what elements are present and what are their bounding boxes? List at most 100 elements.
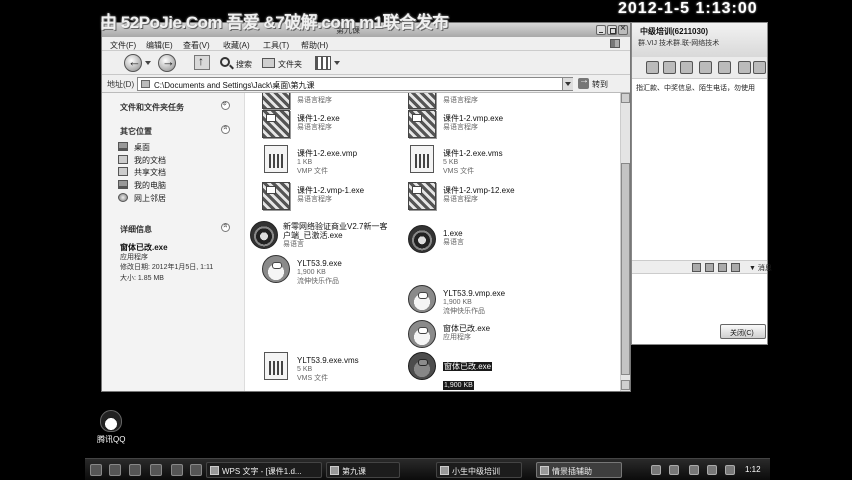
tray-qq-icon[interactable] — [669, 465, 679, 475]
place-my-computer[interactable]: 我的电脑 — [118, 180, 228, 190]
views-icon[interactable] — [315, 56, 331, 70]
tray-security-icon[interactable] — [707, 465, 717, 475]
file-item[interactable]: 新零网络验证商业V2.7新一客户端_已激活.exe 易语言 — [250, 221, 410, 255]
menu-tools[interactable]: 工具(T) — [263, 40, 289, 51]
media-player-icon[interactable] — [150, 464, 162, 476]
file-list[interactable]: 易语言程序 易语言程序 课件1-2.exe 易语言程序 课件1-2.vmp.exe… — [245, 93, 620, 391]
details-title[interactable]: 详细信息 — [120, 224, 152, 235]
qq-icon[interactable] — [129, 464, 141, 476]
message-history-button[interactable]: ▼ 消息 — [749, 263, 772, 273]
more-icon[interactable] — [753, 61, 766, 74]
qq-message-input[interactable] — [632, 275, 767, 321]
tray-volume-icon[interactable] — [689, 465, 699, 475]
place-desktop[interactable]: 桌面 — [118, 142, 228, 152]
file-item[interactable]: 课件1-2.vmp-1.exe 易语言程序 — [262, 182, 402, 216]
minimize-icon[interactable] — [596, 25, 606, 35]
scroll-thumb[interactable] — [621, 163, 630, 375]
chevron-down-icon[interactable] — [145, 61, 151, 65]
vertical-scrollbar[interactable] — [620, 93, 630, 391]
scroll-down-icon[interactable] — [621, 380, 630, 390]
windows-logo-icon — [610, 39, 620, 48]
network-places-icon — [118, 193, 128, 202]
scroll-up-icon[interactable] — [621, 93, 630, 103]
shared-documents-icon — [118, 167, 128, 176]
go-arrow-icon — [578, 75, 589, 89]
file-item[interactable]: 1.exe 易语言 — [408, 225, 548, 259]
search-icon[interactable] — [220, 57, 230, 67]
tray-network-icon[interactable] — [651, 465, 661, 475]
file-name: 课件1-2.exe.vmp — [297, 149, 358, 158]
font-icon[interactable] — [692, 263, 701, 272]
file-item[interactable]: YLT53.9.exe 1,900 KB 流伸快乐作品 — [262, 255, 402, 289]
menu-file[interactable]: 文件(F) — [110, 40, 136, 51]
file-item[interactable]: 课件1-2.exe.vmp 1 KB VMP 文件 — [264, 145, 404, 179]
search-button-label[interactable]: 搜索 — [236, 59, 252, 70]
taskbar-button-qq-group[interactable]: 小生中级培训 — [436, 462, 522, 478]
qq-group-window: 中级培训(6211030) 群.VIJ 技术群.联-网络技术 指汇款、中奖信息、… — [631, 22, 772, 345]
menu-help[interactable]: 帮助(H) — [301, 40, 328, 51]
other-places-title[interactable]: 其它位置 — [120, 126, 152, 137]
vms-file-icon — [264, 352, 288, 380]
wps-icon — [210, 466, 219, 475]
group-app-icon[interactable] — [718, 61, 731, 74]
close-button[interactable]: 关闭(C) — [720, 324, 766, 339]
taskbar-button-explorer[interactable]: 第九课 — [326, 462, 400, 478]
menu-view[interactable]: 查看(V) — [183, 40, 210, 51]
maximize-icon[interactable] — [607, 25, 617, 35]
my-documents-icon — [118, 155, 128, 164]
file-item[interactable]: 课件1-2.vmp-12.exe 易语言程序 — [408, 182, 548, 216]
file-item[interactable]: 课件1-2.exe 易语言程序 — [262, 110, 402, 144]
expand-chevron-icon[interactable] — [221, 101, 230, 110]
menu-edit[interactable]: 编辑(E) — [146, 40, 173, 51]
file-size: 1 KB — [297, 159, 313, 166]
settings-icon[interactable] — [738, 61, 751, 74]
folders-button-label[interactable]: 文件夹 — [278, 59, 302, 70]
easy-language-exe-icon — [262, 93, 290, 109]
emoji-icon[interactable] — [705, 263, 714, 272]
video-icon[interactable] — [646, 61, 659, 74]
app-icon[interactable] — [190, 464, 202, 476]
task-label: 第九课 — [342, 467, 366, 476]
desktop-qq-shortcut[interactable] — [100, 410, 122, 432]
place-label: 共享文档 — [134, 168, 166, 177]
place-my-documents[interactable]: 我的文档 — [118, 155, 228, 165]
file-item[interactable]: YLT53.9.exe.vms 5 KB VMS 文件 — [264, 352, 404, 386]
watermark-text: 由 52PoJie.Com 吾爱 &7破解.com m1联合发布 — [100, 13, 449, 32]
browser-icon[interactable] — [109, 464, 121, 476]
taskbar-button-recorder[interactable]: 情景插辅助 — [536, 462, 622, 478]
file-transfer-icon[interactable] — [680, 61, 693, 74]
screenshot-icon[interactable] — [731, 263, 740, 272]
file-tasks-title[interactable]: 文件和文件夹任务 — [120, 102, 184, 113]
up-folder-icon[interactable] — [194, 54, 210, 70]
folder-icon[interactable] — [171, 464, 183, 476]
file-item[interactable]: 课件1-2.exe.vms 5 KB VMS 文件 — [410, 145, 550, 179]
forward-arrow-icon[interactable] — [158, 54, 176, 72]
voice-icon[interactable] — [663, 61, 676, 74]
desktop-qq-label[interactable]: 腾讯QQ — [97, 434, 125, 445]
tray-ime-icon[interactable] — [725, 465, 735, 475]
back-arrow-icon[interactable] — [124, 54, 142, 72]
address-input[interactable]: C:\Documents and Settings\Jack\桌面\第九课 — [137, 77, 573, 91]
collapse-chevron-icon[interactable] — [221, 223, 230, 232]
folders-icon[interactable] — [262, 58, 275, 68]
close-icon[interactable] — [618, 23, 628, 35]
taskbar-clock[interactable]: 1:12 — [745, 465, 761, 474]
taskbar-button-wps[interactable]: WPS 文字 - [课件1.d... — [206, 462, 322, 478]
chevron-down-icon[interactable] — [334, 61, 340, 65]
share-icon[interactable] — [699, 61, 712, 74]
go-button[interactable]: 转到 — [576, 75, 622, 91]
place-network[interactable]: 网上邻居 — [118, 193, 228, 203]
easy-language-exe-icon — [408, 182, 436, 210]
image-icon[interactable] — [718, 263, 727, 272]
place-shared-documents[interactable]: 共享文档 — [118, 167, 228, 177]
show-desktop-icon[interactable] — [90, 464, 102, 476]
address-dropdown-icon[interactable] — [562, 78, 573, 90]
file-item[interactable]: 课件1-2.vmp.exe 易语言程序 — [408, 110, 548, 144]
file-item[interactable]: 窗体已改.exe 应用程序 — [408, 320, 548, 354]
menu-favorites[interactable]: 收藏(A) — [223, 40, 250, 51]
qq-chat-history[interactable] — [632, 95, 767, 259]
collapse-chevron-icon[interactable] — [221, 125, 230, 134]
file-name: 课件1-2.exe.vms — [443, 149, 503, 158]
file-item[interactable]: YLT53.9.vmp.exe 1,900 KB 流伸快乐作品 — [408, 285, 548, 319]
file-item-selected[interactable]: 窗体已改.exe1,900 KB流伸快乐作品 — [408, 352, 548, 390]
